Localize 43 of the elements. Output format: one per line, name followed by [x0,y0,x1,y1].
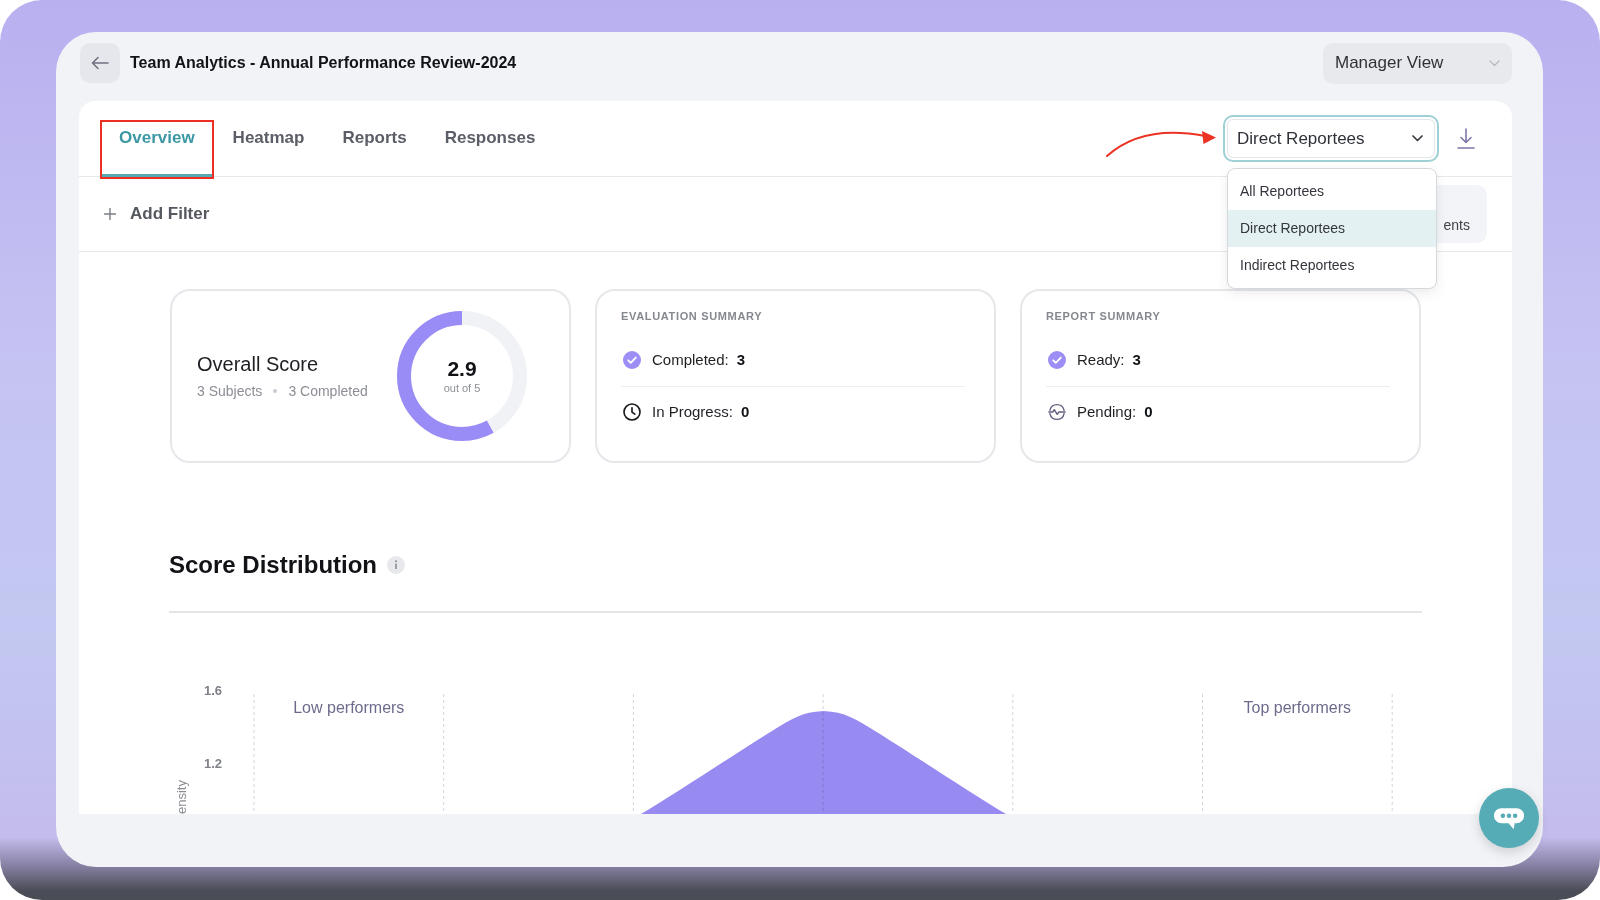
summary-value: 0 [1144,401,1153,422]
plus-icon [104,208,116,220]
score-value: 2.9 [447,357,477,381]
add-filter-button[interactable]: Add Filter [104,201,210,227]
chat-bubble-icon [1493,806,1525,830]
clock-icon [623,403,641,421]
chevron-down-icon [1489,59,1500,67]
summary-title: REPORT SUMMARY [1046,309,1162,324]
completed-count: 3 Completed [288,382,368,400]
summary-label: In Progress: [652,401,733,422]
summary-value: 3 [736,349,746,370]
card-title: Overall Score [197,352,320,376]
summary-value: 3 [1132,349,1141,370]
dropdown-option[interactable]: Indirect Reportees [1228,247,1436,284]
summary-label: Completed: [652,349,729,370]
y-axis-label: ensity [174,780,189,814]
summary-label: Pending: [1077,401,1137,422]
band-label: Low performers [293,699,405,716]
band-label: Top performers [1243,699,1352,716]
check-circle-icon [623,351,641,369]
subjects-count: 3 Subjects [197,382,263,400]
view-select[interactable]: Manager View [1323,42,1512,84]
tab[interactable]: Responses [425,120,555,179]
summary-value: 0 [740,401,750,422]
check-circle-icon [1048,351,1066,369]
download-button[interactable] [1456,128,1476,149]
tab[interactable]: Reports [323,120,426,179]
info-icon [387,556,406,574]
chevron-down-icon [1412,135,1423,142]
download-icon [1456,128,1476,149]
y-tick-label: 1.2 [203,755,222,771]
summary-title: EVALUATION SUMMARY [621,309,764,324]
score-scale: out of 5 [443,381,481,395]
tab[interactable]: Heatmap [213,120,324,179]
page-title: Team Analytics - Annual Performance Review-2024 [130,53,517,73]
back-button[interactable] [80,43,120,83]
pulse-circle-icon [1048,403,1066,421]
summary-label: Ready: [1077,349,1125,370]
section-title: Score Distribution [169,550,378,580]
back-arrow-icon [91,56,109,70]
audience-select[interactable]: Direct Reportees [1223,115,1439,162]
dropdown-option[interactable]: Direct Reportees [1228,210,1436,247]
y-tick-label: 1.6 [203,682,222,698]
